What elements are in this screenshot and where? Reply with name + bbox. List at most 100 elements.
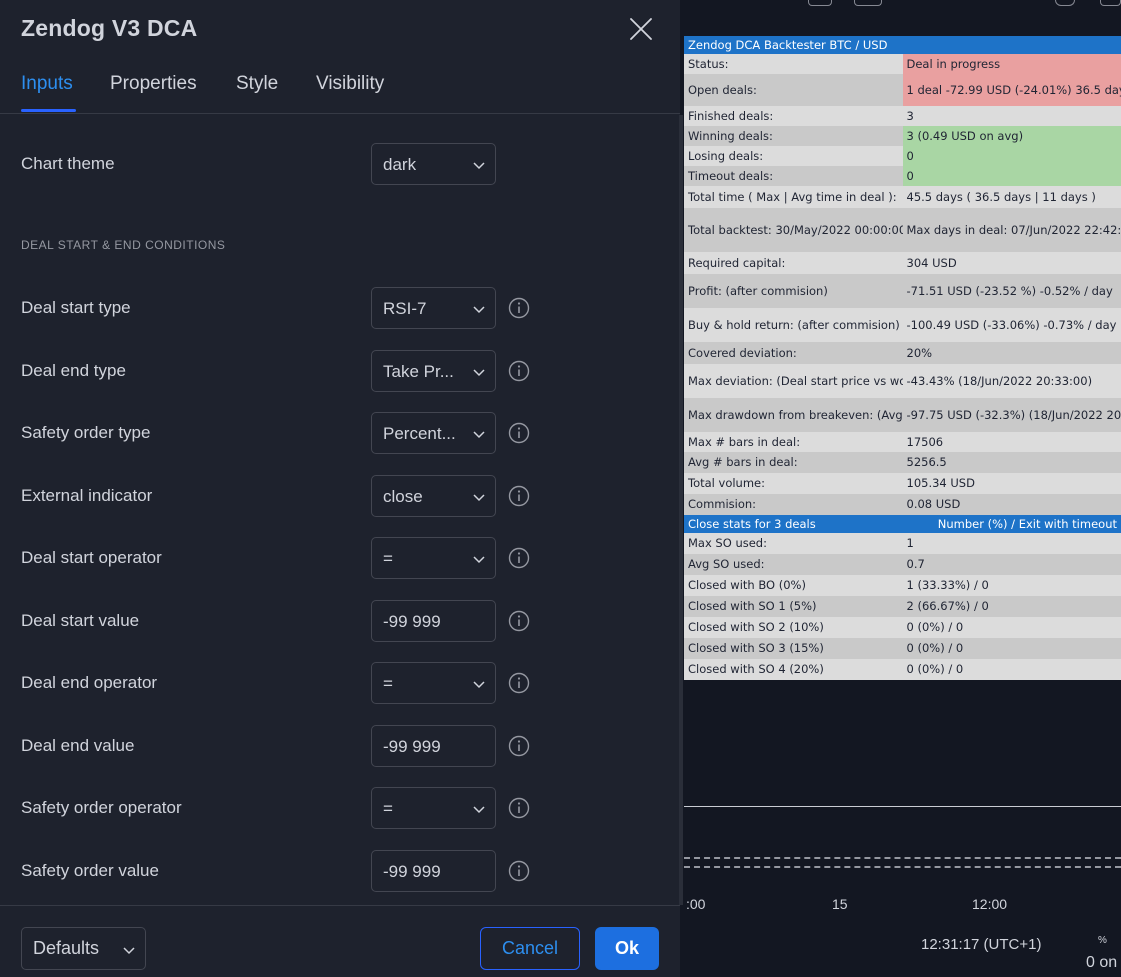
deal-start-type-label: Deal start type bbox=[21, 298, 131, 317]
info-icon[interactable] bbox=[508, 610, 530, 632]
stat-value: 1 bbox=[902, 533, 1121, 554]
stat-label: Max deviation: (Deal start price vs wors… bbox=[684, 364, 903, 398]
stat-value: 0.08 USD bbox=[902, 494, 1121, 515]
deal-start-type-select[interactable]: RSI-7 bbox=[371, 287, 496, 329]
table-row: Winning deals: 3 (0.49 USD on avg) bbox=[684, 126, 1121, 146]
tab-properties[interactable]: Properties bbox=[110, 73, 197, 95]
info-icon[interactable] bbox=[508, 797, 530, 819]
chart-clock[interactable]: 12:31:17 (UTC+1) bbox=[921, 936, 1041, 953]
toolbar-stub-icon[interactable] bbox=[808, 0, 832, 6]
percent-toggle[interactable]: % bbox=[1098, 935, 1107, 946]
tab-style[interactable]: Style bbox=[236, 73, 278, 95]
stat-value: 1 (33.33%) / 0 bbox=[902, 575, 1121, 596]
table-header-row: Close stats for 3 deals Number (%) / Exit… bbox=[684, 515, 1121, 533]
deal-start-value-value: -99 999 bbox=[383, 612, 441, 631]
table-row: Losing deals: 0 bbox=[684, 146, 1121, 166]
stat-value: 3 bbox=[902, 106, 1121, 126]
chevron-down-icon bbox=[473, 681, 485, 689]
info-icon[interactable] bbox=[508, 860, 530, 882]
deal-start-value-input[interactable]: -99 999 bbox=[371, 600, 496, 642]
gear-icon[interactable] bbox=[1055, 0, 1075, 6]
chevron-down-icon bbox=[123, 947, 135, 955]
stat-label: Total volume: bbox=[684, 473, 903, 494]
info-icon[interactable] bbox=[508, 360, 530, 382]
stat-label: Status: bbox=[684, 54, 903, 74]
dialog-title: Zendog V3 DCA bbox=[21, 15, 198, 41]
stat-label: Covered deviation: bbox=[684, 342, 903, 364]
safety-order-value-input[interactable]: -99 999 bbox=[371, 850, 496, 892]
table-row: Avg SO used: 0.7 bbox=[684, 554, 1121, 575]
toolbar-stub-icon[interactable] bbox=[1100, 0, 1121, 6]
table-row: Closed with SO 4 (20%) 0 (0%) / 0 bbox=[684, 659, 1121, 680]
deal-end-operator-value: = bbox=[383, 674, 393, 693]
table-row: Total backtest: 30/May/2022 00:00:00 14/… bbox=[684, 208, 1121, 252]
stat-value: 5256.5 bbox=[902, 452, 1121, 473]
deal-end-value-value: -99 999 bbox=[383, 737, 441, 756]
deal-start-value-label: Deal start value bbox=[21, 611, 140, 630]
deal-end-value-input[interactable]: -99 999 bbox=[371, 725, 496, 767]
stat-value: Max days in deal: 07/Jun/2022 22:42:00 1… bbox=[902, 208, 1121, 252]
stat-value: -71.51 USD (-23.52 %) -0.52% / day bbox=[902, 274, 1121, 308]
dialog-footer: Defaults Cancel Ok bbox=[0, 905, 680, 977]
info-icon[interactable] bbox=[508, 422, 530, 444]
table-row: Max # bars in deal: 17506 bbox=[684, 432, 1121, 452]
toolbar-stub-icon[interactable] bbox=[854, 0, 882, 6]
deal-end-operator-select[interactable]: = bbox=[371, 662, 496, 704]
table-row: Max deviation: (Deal start price vs wors… bbox=[684, 364, 1121, 398]
section-header: DEAL START & END CONDITIONS bbox=[21, 238, 226, 252]
stat-label: Finished deals: bbox=[684, 106, 903, 126]
stat-value: 1 deal -72.99 USD (-24.01%) 36.5 days, c… bbox=[902, 74, 1121, 106]
table-row: Commision: 0.08 USD bbox=[684, 494, 1121, 515]
info-icon[interactable] bbox=[508, 547, 530, 569]
stat-label: Closed with SO 1 (5%) bbox=[684, 596, 903, 617]
chevron-down-icon bbox=[473, 369, 485, 377]
external-indicator-select[interactable]: close bbox=[371, 475, 496, 517]
chevron-down-icon bbox=[473, 556, 485, 564]
table-row: Open deals: 1 deal -72.99 USD (-24.01%) 3… bbox=[684, 74, 1121, 106]
info-icon[interactable] bbox=[508, 485, 530, 507]
deal-end-type-value: Take Pr... bbox=[383, 362, 454, 381]
safety-order-operator-select[interactable]: = bbox=[371, 787, 496, 829]
deal-end-type-select[interactable]: Take Pr... bbox=[371, 350, 496, 392]
stat-label: Closed with SO 3 (15%) bbox=[684, 638, 903, 659]
backtester-table: Zendog DCA Backtester BTC / USD Status: De… bbox=[684, 36, 1121, 680]
time-axis-label: :00 bbox=[686, 896, 706, 912]
info-icon[interactable] bbox=[508, 735, 530, 757]
table-row: Closed with SO 1 (5%) 2 (66.67%) / 0 bbox=[684, 596, 1121, 617]
external-indicator-label: External indicator bbox=[21, 486, 153, 505]
chart-theme-select[interactable]: dark bbox=[371, 143, 496, 185]
stat-value: 0 (0%) / 0 bbox=[902, 617, 1121, 638]
stat-label: Avg SO used: bbox=[684, 554, 903, 575]
safety-order-type-value: Percent... bbox=[383, 424, 456, 443]
table-row: Closed with SO 2 (10%) 0 (0%) / 0 bbox=[684, 617, 1121, 638]
tab-inputs[interactable]: Inputs bbox=[21, 73, 73, 95]
table-header-row: Zendog DCA Backtester BTC / USD bbox=[684, 36, 1121, 54]
table-row: Avg # bars in deal: 5256.5 bbox=[684, 452, 1121, 473]
deal-end-value-label: Deal end value bbox=[21, 736, 135, 755]
stat-value: 45.5 days ( 36.5 days | 11 days ) bbox=[902, 186, 1121, 208]
info-icon[interactable] bbox=[508, 672, 530, 694]
stat-value: 0.7 bbox=[902, 554, 1121, 575]
info-icon[interactable] bbox=[508, 297, 530, 319]
defaults-dropdown[interactable]: Defaults bbox=[21, 927, 146, 970]
stat-label: Avg # bars in deal: bbox=[684, 452, 903, 473]
active-tab-indicator bbox=[21, 109, 76, 112]
scrollbar[interactable] bbox=[679, 115, 683, 905]
dashed-level-line bbox=[684, 866, 1121, 868]
stat-value: Deal in progress bbox=[902, 54, 1121, 74]
safety-order-type-select[interactable]: Percent... bbox=[371, 412, 496, 454]
settings-dialog: Zendog V3 DCA Inputs Properties Style Vi… bbox=[0, 0, 683, 977]
tab-visibility[interactable]: Visibility bbox=[316, 73, 384, 95]
deal-start-operator-select[interactable]: = bbox=[371, 537, 496, 579]
stat-label: Winning deals: bbox=[684, 126, 903, 146]
stat-label: Closed with BO (0%) bbox=[684, 575, 903, 596]
status-fragment: 0 on bbox=[1086, 954, 1118, 971]
ok-button[interactable]: Ok bbox=[595, 927, 659, 970]
stat-label: Timeout deals: bbox=[684, 166, 903, 186]
safety-order-type-label: Safety order type bbox=[21, 423, 151, 442]
deal-start-type-value: RSI-7 bbox=[383, 299, 427, 318]
table-row: Closed with SO 3 (15%) 0 (0%) / 0 bbox=[684, 638, 1121, 659]
cancel-button[interactable]: Cancel bbox=[480, 927, 580, 970]
table-row: Buy & hold return: (after commision) -100… bbox=[684, 308, 1121, 342]
close-icon[interactable] bbox=[627, 15, 655, 43]
